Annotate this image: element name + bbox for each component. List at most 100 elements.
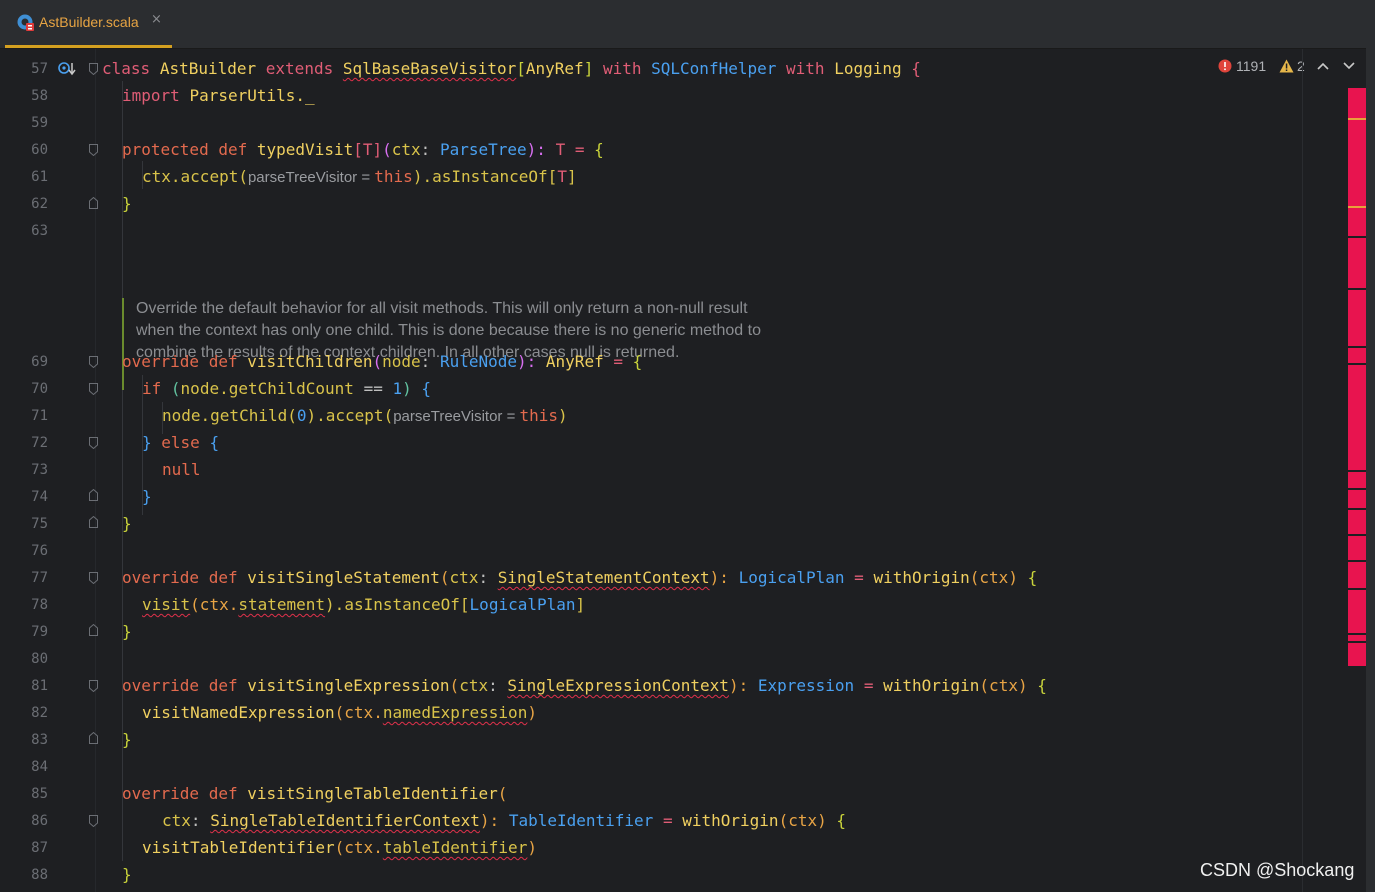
error-count[interactable]: 1191 bbox=[1236, 58, 1266, 74]
method-call: visitNamedExpression bbox=[142, 703, 335, 722]
line-number: 77 bbox=[31, 570, 48, 586]
punct: : bbox=[478, 568, 489, 587]
code-line-60[interactable]: protected def typedVisit[T](ctx: ParseTr… bbox=[122, 139, 604, 161]
type-ref: Expression bbox=[757, 676, 855, 695]
number: 0 bbox=[296, 406, 307, 425]
operator: = bbox=[854, 568, 864, 587]
param: ctx bbox=[391, 140, 421, 159]
type-ref: SingleExpressionContext bbox=[507, 676, 729, 695]
unfold-icon[interactable] bbox=[89, 624, 98, 636]
line-number: 62 bbox=[31, 196, 48, 212]
warning-icon[interactable] bbox=[1279, 59, 1294, 73]
chevron-down-icon[interactable] bbox=[1343, 61, 1355, 71]
error-icon[interactable] bbox=[1218, 59, 1232, 73]
fold-icon[interactable] bbox=[89, 63, 98, 75]
implemented-by-icon[interactable] bbox=[58, 61, 76, 77]
brace: { bbox=[1027, 568, 1038, 587]
type-ref: AnyRef bbox=[545, 352, 604, 371]
type-param: T bbox=[557, 167, 567, 186]
error-stripe-scrollbar[interactable] bbox=[1348, 88, 1366, 666]
line-number: 60 bbox=[31, 142, 48, 158]
code-line-62[interactable]: } bbox=[122, 193, 132, 215]
code-line-69[interactable]: override def visitChildren(node: RuleNod… bbox=[122, 351, 642, 373]
fold-icon[interactable] bbox=[89, 383, 98, 395]
chevron-up-icon[interactable] bbox=[1317, 61, 1329, 71]
param: ctx bbox=[449, 568, 479, 587]
type-ref: Logging bbox=[834, 59, 902, 78]
brace: } bbox=[122, 514, 132, 533]
type-ref: AnyRef bbox=[525, 59, 584, 78]
brace: { bbox=[209, 433, 220, 452]
line-number: 58 bbox=[31, 88, 48, 104]
code-line-82[interactable]: visitNamedExpression(ctx.namedExpression… bbox=[142, 702, 537, 724]
line-number: 83 bbox=[31, 732, 48, 748]
code-line-73[interactable]: null bbox=[162, 459, 201, 481]
paren: ( bbox=[372, 352, 383, 371]
code-line-85[interactable]: override def visitSingleTableIdentifier( bbox=[122, 783, 507, 805]
unfold-icon[interactable] bbox=[89, 516, 98, 528]
code-line-77[interactable]: override def visitSingleStatement(ctx: S… bbox=[122, 567, 1037, 589]
code-line-75[interactable]: } bbox=[122, 513, 132, 535]
code-line-81[interactable]: override def visitSingleExpression(ctx: … bbox=[122, 675, 1047, 697]
gutter-separator bbox=[95, 49, 96, 892]
unfold-icon[interactable] bbox=[89, 489, 98, 501]
code-line-86[interactable]: ctx: SingleTableIdentifierContext): Tabl… bbox=[162, 810, 846, 832]
line-number: 73 bbox=[31, 462, 48, 478]
code-line-83[interactable]: } bbox=[122, 729, 132, 751]
line-number: 57 bbox=[31, 61, 48, 77]
type-ref: RuleNode bbox=[439, 352, 517, 371]
code-line-88[interactable]: } bbox=[122, 864, 132, 886]
code-line-74[interactable]: } bbox=[142, 486, 152, 508]
close-icon[interactable]: × bbox=[151, 12, 162, 27]
scala-class-icon bbox=[17, 14, 34, 31]
line-number: 84 bbox=[31, 759, 48, 775]
keyword: def bbox=[218, 140, 248, 159]
tab-astbuilder[interactable]: AstBuilder.scala × bbox=[5, 0, 172, 48]
code-line-58[interactable]: import ParserUtils._ bbox=[122, 85, 315, 107]
brace: } bbox=[122, 622, 132, 641]
method-name: visitSingleExpression bbox=[247, 676, 450, 695]
code-line-87[interactable]: visitTableIdentifier(ctx.tableIdentifier… bbox=[142, 837, 537, 859]
paren: ( bbox=[439, 568, 450, 587]
line-number: 81 bbox=[31, 678, 48, 694]
keyword: else bbox=[161, 433, 200, 452]
editor-tab-bar: AstBuilder.scala × bbox=[0, 0, 1375, 49]
bracket: ] bbox=[575, 595, 586, 614]
fold-icon[interactable] bbox=[89, 815, 98, 827]
paren: ) bbox=[558, 406, 568, 425]
code-line-57[interactable]: class AstBuilder extends SqlBaseBaseVisi… bbox=[102, 58, 921, 80]
unfold-icon[interactable] bbox=[89, 197, 98, 209]
line-number: 59 bbox=[31, 115, 48, 131]
punct: : bbox=[420, 140, 431, 159]
type-param: [T] bbox=[353, 140, 383, 159]
code-line-71[interactable]: node.getChild(0).accept(parseTreeVisitor… bbox=[162, 405, 568, 428]
code-line-61[interactable]: ctx.accept(parseTreeVisitor = this).asIn… bbox=[142, 166, 577, 189]
fold-icon[interactable] bbox=[89, 437, 98, 449]
code-editor[interactable]: 1191 2 57 58 59 60 61 62 63 69 70 71 72 … bbox=[0, 49, 1366, 892]
code-line-72[interactable]: } else { bbox=[142, 432, 219, 454]
line-number: 82 bbox=[31, 705, 48, 721]
param-hint: parseTreeVisitor = bbox=[393, 408, 520, 425]
method-name: visitChildren bbox=[247, 352, 373, 371]
field: statement bbox=[238, 595, 326, 614]
method-name: visitSingleTableIdentifier bbox=[247, 784, 498, 803]
paren: ( bbox=[449, 676, 460, 695]
brace: } bbox=[122, 865, 132, 884]
fold-icon[interactable] bbox=[89, 356, 98, 368]
keyword: override bbox=[122, 784, 200, 803]
right-margin-guide bbox=[1302, 49, 1303, 892]
fold-icon[interactable] bbox=[89, 144, 98, 156]
fold-icon[interactable] bbox=[89, 680, 98, 692]
operator: == bbox=[363, 379, 383, 398]
ident: node bbox=[162, 406, 201, 425]
fold-icon[interactable] bbox=[89, 572, 98, 584]
type-param: T bbox=[555, 140, 566, 159]
code-line-78[interactable]: visit(ctx.statement).asInstanceOf[Logica… bbox=[142, 594, 585, 616]
code-line-70[interactable]: if (node.getChildCount == 1) { bbox=[142, 378, 431, 400]
paren: ( bbox=[382, 140, 392, 159]
method-call: withOrigin bbox=[682, 811, 779, 830]
unfold-icon[interactable] bbox=[89, 732, 98, 744]
keyword: import bbox=[122, 86, 180, 105]
warning-count[interactable]: 2 bbox=[1297, 58, 1305, 74]
code-line-79[interactable]: } bbox=[122, 621, 132, 643]
